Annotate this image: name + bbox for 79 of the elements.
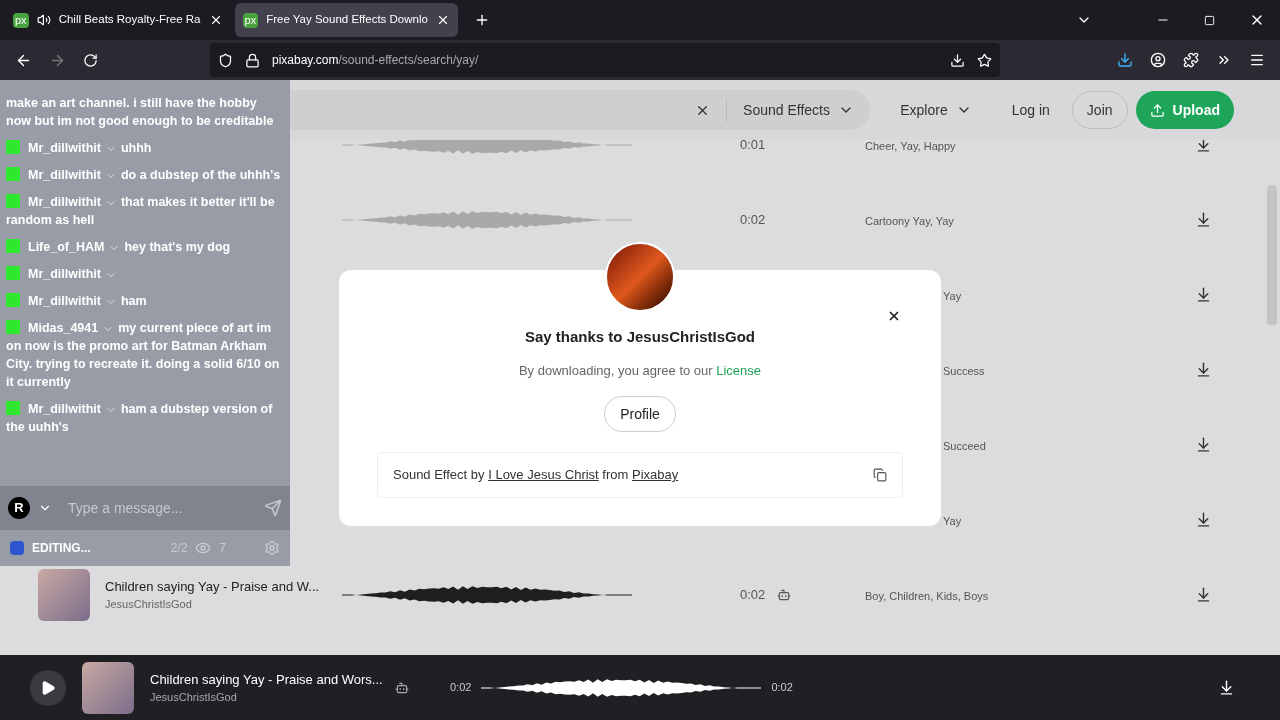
extensions-icon[interactable] (1183, 52, 1199, 68)
message-field[interactable]: R Type a message... (0, 486, 290, 530)
sound-tags: Cheer, Yay, Happy (865, 139, 956, 152)
bookmark-star-icon[interactable] (977, 52, 992, 68)
download-icon[interactable] (1195, 586, 1212, 603)
status-text: EDITING... (32, 540, 91, 557)
pixabay-link[interactable]: Pixabay (631, 467, 679, 483)
duration: 0:02 (740, 585, 766, 604)
sound-title[interactable]: Children saying Yay - Praise and W... (105, 576, 320, 596)
category-dropdown[interactable]: Sound Effects (743, 99, 854, 121)
account-icon[interactable] (1150, 52, 1166, 68)
browser-tab[interactable]: px Chill Beats Royalty-Free Ra (5, 3, 231, 37)
browser-tab[interactable]: px Free Yay Sound Effects Downlo (234, 3, 458, 37)
download-icon[interactable] (1195, 436, 1212, 453)
explore-menu[interactable]: Explore (900, 99, 972, 121)
duration: 0:02 (740, 210, 766, 229)
url-text: pixabay.com/sound-effects/search/yay/ (272, 52, 479, 69)
chat-message: Midas_4941 my current piece of art im on now is the promo art for Batman Arkham City. trying to recreate it. doing a solid 6/10 on it currently (6, 319, 281, 391)
chat-message: Mr_dillwithit ham a dubstep version of the uuhh's (6, 400, 274, 436)
badge-icon (6, 167, 20, 181)
sound-tags: Yay (943, 514, 962, 527)
reload-icon[interactable] (83, 52, 98, 68)
address-bar[interactable]: pixabay.com/sound-effects/search/yay/ (210, 43, 1000, 77)
lock-icon[interactable] (245, 52, 260, 68)
license-notice: By downloading, you agree to our License (518, 361, 762, 380)
chat-message: Mr_dillwithit uhhh (6, 139, 284, 157)
close-icon[interactable] (887, 309, 901, 323)
download-icon[interactable] (1195, 361, 1212, 378)
elapsed-time: 0:02 (450, 680, 472, 696)
login-link[interactable]: Log in (1011, 99, 1050, 121)
user-avatar[interactable]: R (8, 497, 30, 519)
scrollbar-thumb[interactable] (1267, 185, 1277, 325)
download-icon[interactable] (1195, 511, 1212, 528)
chat-message: make an art channel. i still have the hobby now but im not good enough to be creditable (6, 95, 275, 130)
play-icon (40, 679, 56, 696)
track-author[interactable]: JesusChristIsGod (150, 689, 395, 706)
badge-icon (6, 140, 20, 154)
play-button[interactable] (30, 669, 66, 706)
chat-message: Life_of_HAM hey that's my dog (6, 238, 284, 256)
badge-icon (6, 194, 20, 208)
shield-icon[interactable] (218, 52, 233, 68)
download-icon[interactable] (1218, 679, 1235, 696)
app-logo-icon (10, 541, 24, 555)
thumbnail-photo (82, 661, 134, 714)
downloads-icon[interactable] (1117, 52, 1133, 68)
tab-favicon: px (13, 12, 29, 28)
sound-tags: Cartoony Yay, Yay (865, 214, 954, 227)
download-icon[interactable] (1195, 286, 1212, 303)
dialog-title: Say thanks to JesusChristIsGod (524, 327, 756, 347)
menu-icon[interactable] (1249, 52, 1265, 68)
badge-icon (6, 266, 20, 280)
badge-icon (6, 320, 20, 334)
badge-icon (6, 401, 20, 415)
track-title[interactable]: Children saying Yay - Praise and Wors... (150, 669, 395, 689)
author-link[interactable]: I Love Jesus Christ (488, 467, 599, 483)
total-time: 0:02 (771, 680, 793, 696)
speaker-icon[interactable] (36, 13, 51, 27)
sound-author[interactable]: JesusChristIsGod (105, 596, 320, 613)
copy-icon[interactable] (873, 468, 887, 482)
sound-tags: Success (943, 364, 985, 377)
sound-tags: Boy, Children, Kids, Boys (865, 589, 989, 602)
attribution-text: Sound Effect by I Love Jesus Christ from Pixabay (393, 466, 680, 485)
search-field[interactable]: Sound Effects (290, 90, 870, 130)
upload-icon (1149, 102, 1165, 118)
duration: 0:01 (740, 135, 766, 154)
tab-title: Chill Beats Royalty-Free Ra (58, 12, 201, 28)
badge-icon (6, 293, 20, 307)
chat-message: Mr_dillwithit do a dubstep of the uhhh's (6, 166, 284, 184)
thumbnail-photo (38, 568, 90, 621)
badge-icon (6, 239, 20, 253)
sound-tags: Yay (943, 289, 962, 302)
viewers-icon (195, 540, 212, 556)
tab-title: Free Yay Sound Effects Downlo (266, 12, 428, 28)
sound-tags: Succeed (943, 439, 986, 452)
download-icon[interactable] (1195, 211, 1212, 228)
restore-icon[interactable] (1204, 14, 1215, 26)
tab-favicon: px (242, 12, 259, 28)
chat-message: Mr_dillwithit ham (6, 292, 284, 310)
chat-message: Mr_dillwithit that makes it better it'll be random as hell (6, 193, 276, 229)
